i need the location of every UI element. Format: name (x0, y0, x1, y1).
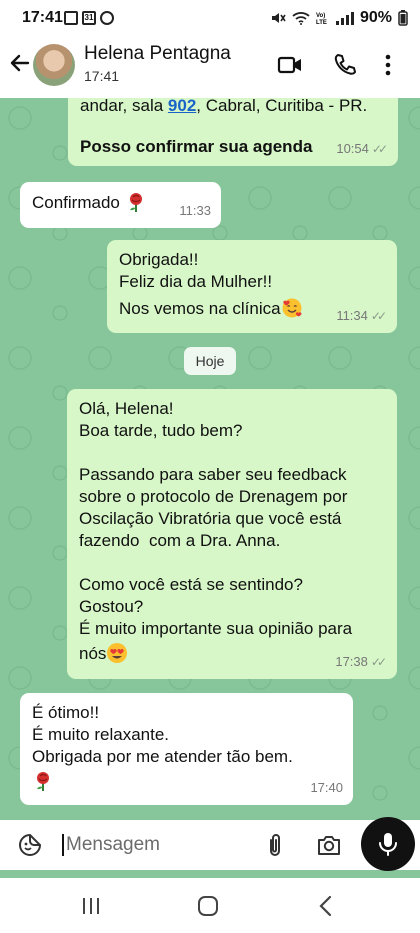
contact-name[interactable]: Helena Pentagna (84, 43, 231, 65)
system-navigation-bar (0, 878, 420, 933)
volte-icon: Vo)LTE (316, 13, 327, 25)
message-meta: 11:33 (179, 200, 211, 222)
notification-icons: 31 (64, 11, 114, 25)
voice-call-icon[interactable] (332, 52, 358, 78)
message-text-line: Feliz dia da Mulher!! (119, 272, 273, 291)
message-text-line: Gostou? (79, 597, 144, 616)
svg-text:Vo): Vo) (316, 13, 325, 19)
read-receipt-icon: ✓✓ (370, 655, 387, 669)
contact-last-seen: 17:41 (84, 68, 120, 84)
message-text-line: É ótimo!! (32, 703, 100, 722)
message-text-line: sobre o protocolo de Drenagem por (79, 487, 348, 506)
camera-icon[interactable] (316, 832, 342, 858)
microphone-button[interactable] (361, 817, 415, 871)
date-separator: Hoje (184, 347, 236, 375)
wifi-icon (292, 12, 310, 25)
outgoing-message-bubble[interactable]: Olá, Helena! Boa tarde, tudo bem? Passan… (67, 389, 397, 679)
message-text-line: É muito importante sua opinião para (79, 619, 353, 638)
read-receipt-icon: ✓✓ (370, 309, 387, 323)
message-time: 17:40 (310, 780, 343, 795)
check-circle-icon (100, 11, 114, 25)
message-text-line: Obrigada!! (119, 250, 199, 269)
battery-level: 90% (359, 9, 392, 26)
message-time: 17:38 (335, 654, 368, 669)
more-options-icon[interactable] (381, 52, 395, 78)
mute-icon (271, 13, 286, 23)
message-time: 11:34 (336, 308, 368, 323)
heart-eyes-emoji-icon (107, 643, 128, 663)
message-input[interactable] (66, 830, 256, 860)
message-meta: 11:34 ✓✓ (336, 305, 387, 327)
message-time: 11:33 (179, 203, 211, 218)
composer-background (0, 870, 420, 878)
message-composer (8, 820, 353, 870)
status-time: 17:41 (22, 9, 63, 26)
chat-area[interactable]: andar, sala 902, Cabral, Curitiba - PR. … (0, 98, 420, 820)
paperclip-icon[interactable] (263, 832, 287, 858)
image-notification-icon (64, 11, 78, 25)
calendar-notification-icon: 31 (82, 11, 96, 25)
rose-emoji-icon (129, 193, 142, 212)
video-call-icon[interactable] (277, 52, 303, 78)
message-text-line: Como você está se sentindo? (79, 575, 303, 594)
read-receipt-icon: ✓✓ (371, 142, 388, 156)
microphone-icon (379, 833, 397, 856)
message-text-line (32, 770, 341, 793)
chat-header: Helena Pentagna 17:41 (0, 36, 420, 98)
message-meta: 17:38 ✓✓ (335, 651, 387, 673)
message-text-line: fazendo com a Dra. Anna. (79, 531, 281, 550)
message-text-line: Boa tarde, tudo bem? (79, 421, 243, 440)
smiling-face-with-hearts-emoji-icon (282, 298, 302, 318)
back-arrow-icon[interactable] (8, 52, 30, 74)
message-text-line: Obrigada por me atender tão bem. (32, 747, 293, 766)
incoming-message-bubble[interactable]: É ótimo!! É muito relaxante. Obrigada po… (20, 693, 353, 805)
svg-text:LTE: LTE (316, 20, 327, 25)
home-icon[interactable] (194, 892, 222, 920)
text-cursor (62, 834, 64, 856)
incoming-message-bubble[interactable]: Confirmado 11:33 (20, 182, 221, 228)
contact-avatar[interactable] (33, 44, 75, 86)
message-meta: 17:40 (310, 777, 343, 799)
recent-apps-icon[interactable] (77, 892, 105, 920)
message-text-line: Olá, Helena! (79, 399, 174, 418)
battery-icon (398, 10, 408, 26)
message-text-line: Passando para saber seu feedback (79, 465, 347, 484)
outgoing-message-bubble[interactable]: Obrigada!! Feliz dia da Mulher!! Nos vem… (107, 240, 397, 333)
message-text-line: É muito relaxante. (32, 725, 170, 744)
back-nav-icon[interactable] (312, 892, 340, 920)
message-text-line: Oscilação Vibratória que você está (79, 509, 342, 528)
signal-icon (335, 11, 354, 25)
message-link-number[interactable]: 902 (168, 98, 196, 115)
message-time: 10:54 (336, 141, 369, 156)
message-text-line: andar, sala 902, Cabral, Curitiba - PR. (80, 98, 368, 115)
rose-emoji-icon (37, 772, 49, 791)
sticker-emoji-icon[interactable] (18, 833, 42, 857)
message-meta: 10:54 ✓✓ (336, 138, 388, 160)
outgoing-message-bubble[interactable]: andar, sala 902, Cabral, Curitiba - PR. … (68, 98, 398, 166)
system-status: Vo) LTE 90% (270, 9, 408, 27)
status-bar: 17:41 31 Vo) LTE 90% (0, 0, 420, 36)
